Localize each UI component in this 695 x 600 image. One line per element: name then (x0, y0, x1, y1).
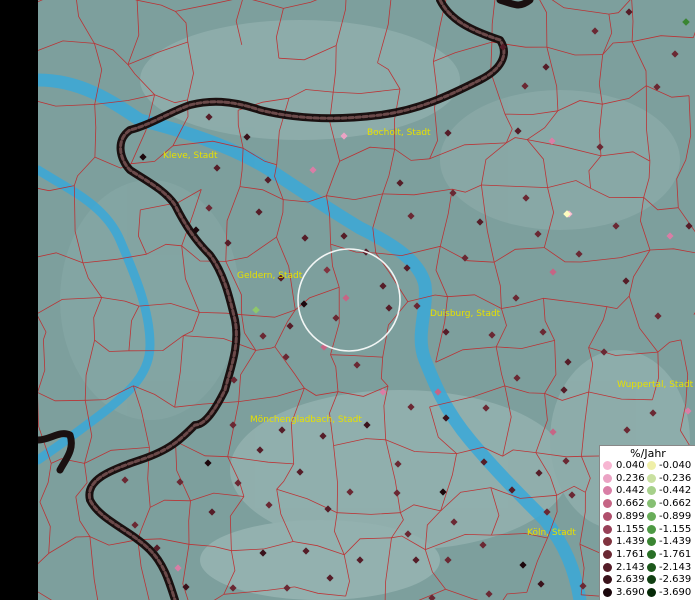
legend-value-positive: 0.899 (616, 510, 645, 522)
legend-row: 0.899 -0.899 (600, 510, 695, 523)
legend-row: 2.639 -2.639 (600, 573, 695, 586)
legend-row: 0.040 -0.040 (600, 459, 695, 472)
legend-swatch-positive (603, 562, 612, 572)
legend-swatch-negative (647, 511, 656, 521)
legend: %/Jahr 0.040 -0.040 0.236 -0.236 0.442 -0.442… (599, 445, 695, 600)
legend-value-positive: 0.662 (616, 498, 645, 510)
legend-value-positive: 2.639 (616, 574, 645, 586)
city-label-koeln: Köln, Stadt (527, 528, 576, 538)
legend-swatch-negative (647, 588, 656, 597)
legend-value-negative: -0.236 (659, 472, 692, 484)
city-label-wuppertal: Wuppertal, Stadt (617, 380, 694, 390)
legend-swatch-positive (603, 537, 612, 547)
map-svg (38, 0, 695, 600)
legend-swatch-negative (647, 473, 656, 483)
legend-value-negative: -1.155 (659, 523, 692, 535)
map-viewer: Kleve, Stadt Bocholt, Stadt Geldern, Sta… (0, 0, 695, 600)
legend-value-positive: 1.761 (616, 548, 645, 560)
legend-swatch-positive (603, 486, 612, 496)
legend-swatch-positive (603, 499, 612, 509)
legend-row: 1.439 -1.439 (600, 535, 695, 548)
legend-value-negative: -1.761 (659, 548, 692, 560)
legend-value-positive: 1.155 (616, 523, 645, 535)
legend-value-negative: -0.662 (659, 498, 692, 510)
legend-swatch-positive (603, 511, 612, 521)
legend-row: 0.442 -0.442 (600, 484, 695, 497)
legend-value-negative: -1.439 (659, 536, 692, 548)
legend-swatch-positive (603, 461, 612, 470)
legend-value-negative: -3.690 (659, 587, 692, 598)
legend-row: 2.143 -2.143 (600, 561, 695, 574)
legend-swatch-negative (647, 486, 656, 496)
left-border (0, 0, 38, 600)
city-label-duisburg: Duisburg, Stadt (430, 309, 501, 319)
legend-swatch-negative (647, 562, 656, 572)
legend-row: 1.761 -1.761 (600, 548, 695, 561)
legend-value-negative: -0.442 (659, 485, 692, 497)
legend-value-positive: 0.236 (616, 472, 645, 484)
city-label-bocholt: Bocholt, Stadt (367, 128, 431, 138)
legend-swatch-negative (647, 524, 656, 534)
legend-row: 0.236 -0.236 (600, 472, 695, 485)
legend-value-negative: -0.899 (659, 510, 692, 522)
city-label-moenchengladbach: Mönchengladbach, Stadt (250, 415, 362, 425)
legend-value-negative: -2.143 (659, 561, 692, 573)
legend-swatch-negative (647, 499, 656, 509)
legend-row: 3.690 -3.690 (600, 586, 695, 599)
legend-value-positive: 0.040 (616, 460, 645, 471)
legend-row: 0.662 -0.662 (600, 497, 695, 510)
legend-swatch-negative (647, 549, 656, 559)
legend-swatch-positive (603, 549, 612, 559)
legend-swatch-positive (603, 524, 612, 534)
legend-value-positive: 2.143 (616, 561, 645, 573)
city-label-geldern: Geldern, Stadt (237, 271, 303, 281)
legend-swatch-negative (647, 575, 656, 585)
legend-row: 1.155 -1.155 (600, 523, 695, 536)
legend-swatch-negative (647, 537, 656, 547)
legend-swatch-positive (603, 588, 612, 597)
legend-swatch-positive (603, 575, 612, 585)
legend-swatch-negative (647, 461, 656, 470)
legend-value-positive: 1.439 (616, 536, 645, 548)
legend-swatch-positive (603, 473, 612, 483)
legend-value-positive: 0.442 (616, 485, 645, 497)
legend-value-positive: 3.690 (616, 587, 645, 598)
city-label-kleve: Kleve, Stadt (163, 151, 218, 161)
legend-value-negative: -0.040 (659, 460, 692, 471)
map-canvas[interactable] (38, 0, 695, 600)
legend-value-negative: -2.639 (659, 574, 692, 586)
